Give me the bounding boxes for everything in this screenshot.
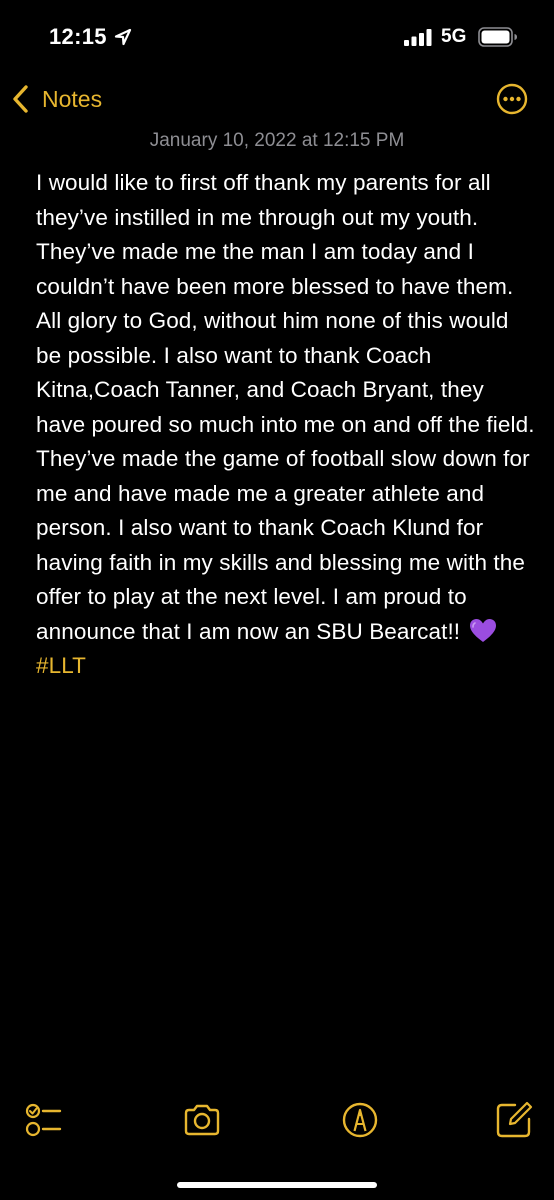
checklist-icon[interactable] — [24, 1100, 64, 1140]
hashtag-link[interactable]: #LLT — [36, 653, 86, 678]
status-time: 12:15 — [49, 24, 107, 49]
battery-icon — [478, 27, 517, 47]
camera-icon[interactable] — [182, 1100, 222, 1140]
status-bar: 12:15 5G — [0, 0, 554, 74]
note-text: I would like to first off thank my paren… — [36, 170, 535, 644]
back-button-label: Notes — [42, 85, 103, 112]
home-indicator[interactable] — [177, 1182, 377, 1188]
markup-pen-icon[interactable] — [340, 1100, 380, 1140]
back-button[interactable]: Notes — [10, 82, 102, 116]
chevron-left-icon — [13, 85, 28, 113]
bottom-toolbar — [0, 1100, 554, 1144]
network-type-label: 5G — [441, 26, 467, 47]
note-timestamp: January 10, 2022 at 12:15 PM — [149, 130, 405, 151]
cellular-signal-icon — [404, 29, 432, 46]
more-options-icon[interactable] — [496, 83, 528, 115]
location-arrow-icon — [114, 28, 132, 46]
compose-icon[interactable] — [494, 1100, 534, 1140]
note-body[interactable]: I would like to first off thank my paren… — [36, 166, 536, 684]
purple-heart-icon — [469, 618, 496, 642]
